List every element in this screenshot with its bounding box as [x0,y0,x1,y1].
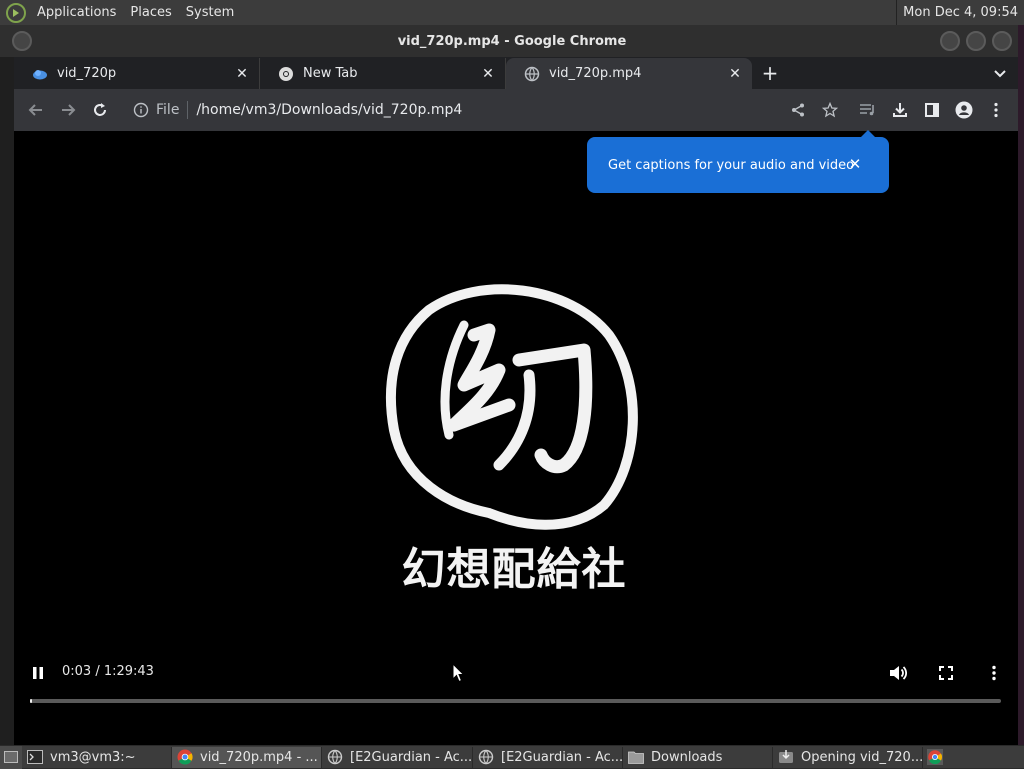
tab-strip: vid_720p ✕ New Tab ✕ vid_720p.mp4 ✕ + [14,57,1018,89]
gnome-foot-icon[interactable] [6,2,26,23]
profile-avatar-icon[interactable] [948,94,980,126]
terminal-icon [27,749,43,765]
cloud-favicon-icon [32,66,48,82]
bubble-arrow [861,130,875,137]
tab-new-tab[interactable]: New Tab ✕ [260,58,506,89]
live-caption-promo-bubble: Get captions for your audio and video ✕ [587,130,889,193]
mouse-cursor-icon [452,663,464,683]
download-icon[interactable] [884,94,916,126]
window-menu-button[interactable] [12,31,32,51]
desktop-edge-right [1018,25,1024,745]
bookmark-star-icon[interactable] [814,94,846,126]
clock[interactable]: Mon Dec 4, 09:54 [896,0,1024,25]
tab-label: New Tab [303,66,358,81]
tab-close-icon[interactable]: ✕ [233,65,251,83]
chrome-icon [927,749,943,765]
share-icon[interactable] [782,94,814,126]
taskbar-item-chrome[interactable]: vid_720p.mp4 - ... [172,746,322,768]
tab-label: vid_720p [57,66,117,81]
browser-toolbar: File /home/vm3/Downloads/vid_720p.mp4 [14,89,1018,131]
video-viewport[interactable]: 幻想配給社 0:03 / 1:29:43 [14,131,1018,745]
taskbar-item-label: Downloads [651,749,723,765]
time-display: 0:03 / 1:29:43 [62,664,154,679]
panel-menu: Applications Places System [0,0,241,25]
studio-name-text: 幻想配給社 [401,544,627,595]
address-bar[interactable]: File /home/vm3/Downloads/vid_720p.mp4 [127,94,877,126]
taskbar-item-e2guardian-1[interactable]: [E2Guardian - Ac... [322,746,473,768]
caption-promo-text: Get captions for your audio and video [608,157,855,173]
applications-menu[interactable]: Applications [30,0,123,25]
taskbar-item-e2guardian-2[interactable]: [E2Guardian - Ac... [473,746,623,768]
seek-bar[interactable] [30,699,1001,703]
download-dialog-icon [778,749,794,765]
window-title: vid_720p.mp4 - Google Chrome [397,33,627,49]
chrome-favicon-icon [278,66,294,82]
seek-bar-progress [30,699,32,703]
folder-icon [628,749,644,765]
taskbar-item-label: vm3@vm3:~ [50,749,136,765]
taskbar-item-opening-dialog[interactable]: Opening vid_720... [773,746,923,768]
show-desktop-icon[interactable] [0,745,22,769]
taskbar-item-downloads[interactable]: Downloads [623,746,773,768]
chrome-icon [177,749,193,765]
maximize-button[interactable] [966,31,986,51]
taskbar-item-terminal[interactable]: vm3@vm3:~ [22,746,172,768]
new-tab-button[interactable]: + [752,58,788,89]
close-icon[interactable]: ✕ [845,154,865,174]
media-controls-icon[interactable] [852,94,884,126]
taskbar-item-chrome-2[interactable] [923,747,955,768]
globe-icon [327,749,343,765]
tab-label: vid_720p.mp4 [549,66,642,81]
reload-icon[interactable] [84,94,116,126]
fullscreen-icon[interactable] [934,661,958,685]
back-arrow-icon[interactable] [20,94,52,126]
globe-favicon-icon [524,66,540,82]
forward-arrow-icon[interactable] [52,94,84,126]
info-icon[interactable] [133,102,149,118]
url-scheme-chip: File [156,102,180,118]
tab-vid-720p[interactable]: vid_720p ✕ [14,58,260,89]
pause-icon[interactable] [26,661,50,685]
kebab-menu-icon[interactable] [980,94,1012,126]
taskbar-item-label: [E2Guardian - Ac... [350,749,473,765]
video-controls: 0:03 / 1:29:43 [14,653,1018,745]
toolbar-actions [782,94,1012,126]
tab-vid-720p-mp4[interactable]: vid_720p.mp4 ✕ [506,58,752,89]
taskbar-item-label: [E2Guardian - Ac... [501,749,623,765]
system-menu[interactable]: System [179,0,241,25]
places-menu[interactable]: Places [123,0,178,25]
taskbar: vm3@vm3:~ vid_720p.mp4 - ... [E2Guardian… [0,745,1024,769]
window-titlebar[interactable]: vid_720p.mp4 - Google Chrome [0,25,1024,57]
taskbar-item-label: Opening vid_720... [801,749,923,765]
tab-close-icon[interactable]: ✕ [479,65,497,83]
url-text[interactable]: /home/vm3/Downloads/vid_720p.mp4 [196,102,462,118]
chevron-down-icon[interactable] [982,58,1018,89]
side-panel-icon[interactable] [916,94,948,126]
tab-close-icon[interactable]: ✕ [726,65,744,83]
top-panel: Applications Places System Mon Dec 4, 09… [0,0,1024,25]
globe-icon [478,749,494,765]
video-more-icon[interactable] [982,661,1006,685]
close-window-button[interactable] [992,31,1012,51]
omnibox-divider [187,101,189,119]
taskbar-item-label: vid_720p.mp4 - ... [200,749,318,765]
volume-icon[interactable] [886,661,910,685]
minimize-button[interactable] [940,31,960,51]
